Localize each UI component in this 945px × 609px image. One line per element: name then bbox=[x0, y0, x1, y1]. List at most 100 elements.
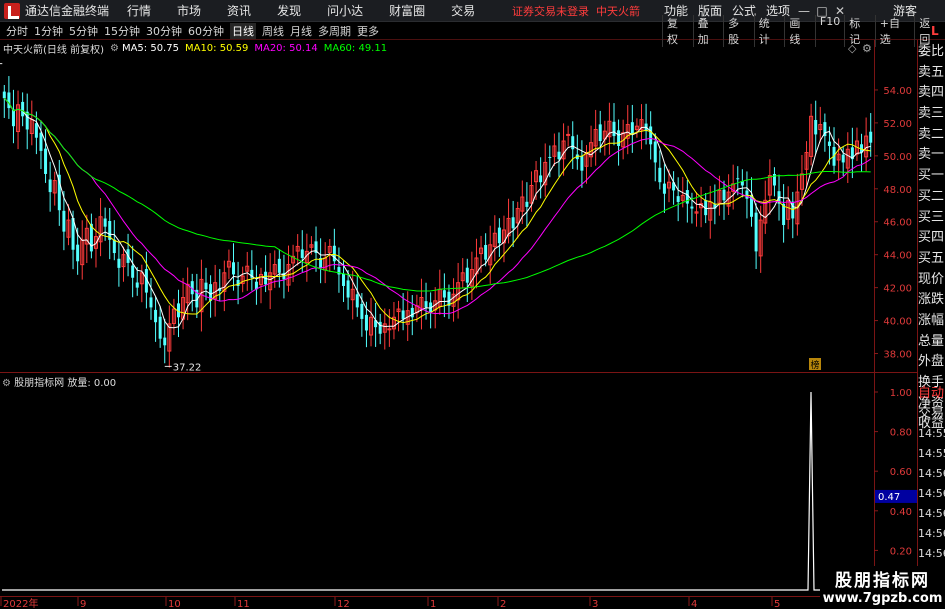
candle-down bbox=[163, 337, 167, 346]
candle-down bbox=[557, 151, 561, 160]
candle-down bbox=[11, 109, 15, 127]
side-item: 卖一 bbox=[918, 147, 945, 163]
side-item: 涨跌 bbox=[918, 292, 945, 308]
side-item: 委比 bbox=[918, 44, 945, 59]
candle-down bbox=[580, 156, 584, 171]
date-label: 5 bbox=[774, 599, 780, 609]
price-tick-label: 54.00 bbox=[883, 86, 912, 97]
price-tick-label: 42.00 bbox=[883, 284, 912, 295]
diamond-icon: ◇ bbox=[848, 42, 857, 55]
side-item: 外盘 bbox=[918, 354, 945, 370]
candle-down bbox=[232, 262, 236, 275]
candle-down bbox=[154, 309, 158, 323]
trade-time: 14:56 bbox=[918, 547, 945, 560]
candle-down bbox=[300, 249, 304, 258]
indicator-line bbox=[2, 391, 873, 591]
kline-chart[interactable]: 54.00 52.00 50.00 48.00 46.00 44.00 42.00 40.00… bbox=[0, 0, 945, 609]
candle-down bbox=[149, 297, 153, 308]
candle-down bbox=[424, 301, 428, 308]
candle-down bbox=[548, 156, 552, 158]
date-label: 4 bbox=[691, 599, 697, 609]
price-tick-label: 48.00 bbox=[883, 185, 912, 196]
candle-down bbox=[442, 290, 446, 298]
side-item: 买三 bbox=[918, 209, 945, 225]
candle-down bbox=[410, 307, 414, 318]
candle-down bbox=[676, 196, 680, 202]
price-tick-label: 40.00 bbox=[883, 317, 912, 328]
date-label: 11 bbox=[237, 599, 250, 609]
side-item: 卖四 bbox=[918, 85, 945, 101]
candle-down bbox=[21, 101, 25, 117]
candle-down bbox=[2, 91, 6, 99]
watermark: 股朋指标网 www.7gpzb.com bbox=[820, 566, 945, 609]
candle-down bbox=[401, 310, 405, 319]
volume-tick-label: 0.60 bbox=[890, 467, 912, 478]
ma5-line bbox=[3, 97, 871, 329]
candle-down bbox=[48, 179, 52, 193]
gear-icon: ⚙ bbox=[862, 42, 872, 55]
side-item: 买二 bbox=[918, 188, 945, 204]
side-item: 买一 bbox=[918, 168, 945, 184]
ma60-line bbox=[3, 97, 871, 292]
watermark-url: www.7gpzb.com bbox=[822, 591, 943, 606]
candle-down bbox=[39, 132, 43, 151]
date-label: 12 bbox=[337, 599, 350, 609]
candle-down bbox=[690, 206, 694, 209]
price-tick-label: 44.00 bbox=[883, 251, 912, 262]
candle-down bbox=[754, 212, 758, 252]
candle-down bbox=[617, 130, 621, 146]
indicator-value: 放量: 0.00 bbox=[67, 378, 117, 389]
candle-down bbox=[722, 189, 726, 201]
candle-down bbox=[342, 273, 346, 286]
price-tick-label: 38.00 bbox=[883, 350, 912, 361]
candle-up bbox=[387, 328, 392, 331]
candle-down bbox=[869, 131, 873, 143]
date-label: 10 bbox=[168, 599, 181, 609]
candle-down bbox=[525, 201, 529, 207]
indicator-settings-icon[interactable]: ⚙ bbox=[2, 378, 11, 389]
side-item: 涨幅 bbox=[918, 312, 945, 328]
candle-down bbox=[360, 303, 364, 319]
date-label: 9 bbox=[80, 599, 86, 609]
candle-down bbox=[158, 316, 162, 339]
low-price-label: 37.22 bbox=[173, 362, 202, 373]
candle-down bbox=[630, 122, 634, 135]
trade-time: 14:56 bbox=[918, 527, 945, 540]
indicator-title: 股朋指标网 bbox=[14, 378, 65, 389]
trade-time: 14:56 bbox=[918, 487, 945, 500]
candle-down bbox=[612, 121, 616, 137]
trade-time: 14:56 bbox=[918, 467, 945, 480]
candle-down bbox=[827, 141, 831, 146]
rank-marker: 榜 bbox=[810, 359, 819, 371]
candle-down bbox=[135, 282, 139, 288]
watermark-title: 股朋指标网 bbox=[835, 571, 930, 591]
side-item: 买五 bbox=[918, 250, 945, 266]
volume-info: ⚙ 股朋指标网 放量: 0.00 bbox=[2, 374, 116, 389]
candle-down bbox=[34, 123, 38, 138]
date-label: 2022年 bbox=[3, 597, 38, 609]
trade-time: 14:55 bbox=[918, 427, 945, 440]
candle-down bbox=[44, 148, 48, 174]
side-letter: L bbox=[931, 24, 939, 38]
price-tick-label: 46.00 bbox=[883, 218, 912, 229]
candle-down bbox=[685, 190, 689, 204]
candle-down bbox=[277, 258, 281, 273]
candle-down bbox=[355, 294, 359, 308]
ma20-line bbox=[3, 97, 871, 315]
trade-side-panel: 自动交易14:5514:5514:5614:5614:5614:5614:561… bbox=[918, 384, 945, 584]
candle-down bbox=[736, 178, 740, 180]
candle-down bbox=[814, 119, 818, 135]
date-label: 2 bbox=[500, 599, 506, 609]
price-tick-label: 52.00 bbox=[883, 119, 912, 130]
side-item: 现价 bbox=[918, 271, 945, 287]
volume-tick-label: 0.20 bbox=[890, 546, 912, 557]
side-item: 卖三 bbox=[918, 106, 945, 122]
candle-down bbox=[497, 227, 501, 244]
date-label: 1 bbox=[430, 599, 436, 609]
candle-down bbox=[364, 314, 368, 331]
trade-label[interactable]: 交易 bbox=[918, 404, 945, 424]
candle-down bbox=[465, 267, 469, 283]
volume-tick-label: 0.40 bbox=[890, 507, 912, 518]
ma10-line bbox=[3, 97, 871, 324]
trade-label[interactable]: 自动 bbox=[918, 384, 945, 404]
